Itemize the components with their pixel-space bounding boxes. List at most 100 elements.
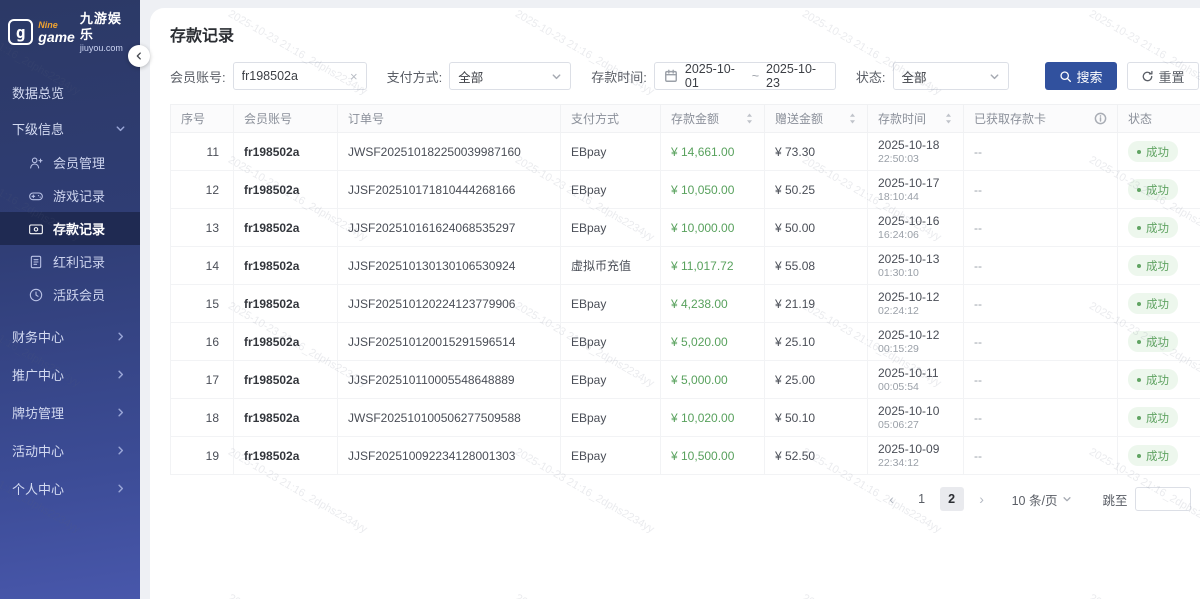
- cell-order-no: JJSF202510120015291596514: [338, 323, 561, 361]
- search-button[interactable]: 搜索: [1045, 62, 1117, 90]
- cell-account: fr198502a: [234, 247, 338, 285]
- cell-account: fr198502a: [234, 209, 338, 247]
- clock-icon: [28, 287, 44, 303]
- sidebar-group[interactable]: 财务中心: [0, 317, 140, 355]
- sidebar-group[interactable]: 牌坊管理: [0, 393, 140, 431]
- cell-order-no: JJSF202510110005548648889: [338, 361, 561, 399]
- reset-button[interactable]: 重置: [1127, 62, 1199, 90]
- table-row[interactable]: 16 fr198502a JJSF202510120015291596514 E…: [171, 323, 1200, 361]
- sort-icon[interactable]: [848, 112, 857, 125]
- account-input[interactable]: [242, 69, 342, 83]
- status-dot-icon: [1137, 264, 1141, 268]
- table-body: 11 fr198502a JWSF202510182250039987160 E…: [171, 133, 1200, 475]
- next-page-button[interactable]: ›: [970, 487, 994, 511]
- sidebar-group[interactable]: 个人中心: [0, 469, 140, 507]
- page-jump-input[interactable]: [1135, 487, 1191, 511]
- cell-deposit-time: 2025-10-18 22:50:03: [868, 133, 964, 171]
- date-end: 2025-10-23: [766, 62, 826, 90]
- sidebar-group[interactable]: 推广中心: [0, 355, 140, 393]
- calendar-icon: [664, 69, 678, 83]
- cell-index: 19: [171, 437, 234, 475]
- pay-method-value: 全部: [458, 67, 483, 86]
- app-logo[interactable]: g Nine game 九游娱乐 jiuyou.com: [0, 0, 140, 62]
- column-header[interactable]: 状态: [1118, 105, 1200, 133]
- chevron-down-icon: [1062, 494, 1072, 504]
- cell-index: 16: [171, 323, 234, 361]
- cell-status: 成功: [1118, 247, 1200, 285]
- sidebar-subitem[interactable]: 游戏记录: [0, 179, 140, 212]
- table-row[interactable]: 15 fr198502a JJSF202510120224123779906 E…: [171, 285, 1200, 323]
- account-label: 会员账号:: [170, 67, 226, 86]
- chevron-down-icon: [115, 123, 126, 134]
- status-dot-icon: [1137, 454, 1141, 458]
- sidebar-subitem-label: 红利记录: [53, 252, 105, 271]
- cell-index: 13: [171, 209, 234, 247]
- cell-deposit-time: 2025-10-16 16:24:06: [868, 209, 964, 247]
- sidebar-item-overview[interactable]: 数据总览: [0, 74, 140, 110]
- table-row[interactable]: 13 fr198502a JJSF202510161624068535297 E…: [171, 209, 1200, 247]
- sidebar-subitem[interactable]: 红利记录: [0, 245, 140, 278]
- cell-status: 成功: [1118, 133, 1200, 171]
- table-row[interactable]: 18 fr198502a JWSF202510100506277509588 E…: [171, 399, 1200, 437]
- status-badge: 成功: [1128, 293, 1178, 314]
- column-header[interactable]: 存款时间: [868, 105, 964, 133]
- chevron-down-icon: [989, 71, 1000, 82]
- chevron-left-icon: [134, 51, 144, 61]
- column-header[interactable]: 序号: [171, 105, 234, 133]
- table-row[interactable]: 19 fr198502a JJSF202510092234128001303 E…: [171, 437, 1200, 475]
- main-content: 存款记录 会员账号: × 支付方式: 全部 存款时间: 2025-10-01 ~: [140, 0, 1200, 599]
- cell-order-no: JWSF202510100506277509588: [338, 399, 561, 437]
- cell-bonus-amount: ¥ 50.00: [765, 209, 868, 247]
- cell-deposit-card: --: [964, 209, 1118, 247]
- clear-icon[interactable]: ×: [350, 70, 358, 83]
- cell-deposit-amount: ¥ 10,000.00: [661, 209, 765, 247]
- page-size-select[interactable]: 10 条/页: [1012, 490, 1073, 509]
- table-row[interactable]: 17 fr198502a JJSF202510110005548648889 E…: [171, 361, 1200, 399]
- deposit-records-table: 序号 会员账号: [170, 104, 1200, 475]
- doc-icon: [28, 254, 44, 270]
- sidebar-subitem-label: 存款记录: [53, 219, 105, 238]
- page-title: 存款记录: [170, 22, 1200, 46]
- sort-icon[interactable]: [745, 112, 754, 125]
- status-value: 全部: [902, 67, 927, 86]
- column-header[interactable]: 订单号: [338, 105, 561, 133]
- sidebar-subitem[interactable]: 会员管理: [0, 146, 140, 179]
- sidebar-group[interactable]: 活动中心: [0, 431, 140, 469]
- column-header[interactable]: 支付方式: [561, 105, 661, 133]
- sidebar-groups: 财务中心 推广中心 牌坊管理: [0, 317, 140, 507]
- table-row[interactable]: 12 fr198502a JJSF202510171810444268166 E…: [171, 171, 1200, 209]
- status-dot-icon: [1137, 150, 1141, 154]
- cell-bonus-amount: ¥ 25.10: [765, 323, 868, 361]
- status-badge: 成功: [1128, 445, 1178, 466]
- table-row[interactable]: 14 fr198502a JJSF202510130130106530924 虚…: [171, 247, 1200, 285]
- pay-method-select[interactable]: 全部: [449, 62, 571, 90]
- sort-icon[interactable]: [944, 112, 953, 125]
- cell-order-no: JJSF202510130130106530924: [338, 247, 561, 285]
- pagination: ‹ 1 2 › 10 条/页 跳至 页: [170, 487, 1200, 511]
- cell-status: 成功: [1118, 171, 1200, 209]
- sidebar-subitem[interactable]: 活跃会员: [0, 278, 140, 311]
- column-header[interactable]: 赠送金额: [765, 105, 868, 133]
- cell-order-no: JJSF202510092234128001303: [338, 437, 561, 475]
- table-row[interactable]: 11 fr198502a JWSF202510182250039987160 E…: [171, 133, 1200, 171]
- sidebar-subitem[interactable]: 存款记录: [0, 212, 140, 245]
- column-header[interactable]: 会员账号: [234, 105, 338, 133]
- cell-status: 成功: [1118, 209, 1200, 247]
- info-icon[interactable]: [1094, 112, 1107, 125]
- status-select[interactable]: 全部: [893, 62, 1009, 90]
- search-icon: [1059, 70, 1072, 83]
- sidebar-group-subordinate[interactable]: 下级信息: [0, 110, 140, 146]
- date-range-picker[interactable]: 2025-10-01 ~ 2025-10-23: [654, 62, 836, 90]
- column-header[interactable]: 存款金额: [661, 105, 765, 133]
- cell-deposit-amount: ¥ 11,017.72: [661, 247, 765, 285]
- page-number-button[interactable]: 1: [910, 487, 934, 511]
- chevron-down-icon: [551, 71, 562, 82]
- status-badge: 成功: [1128, 369, 1178, 390]
- sidebar-collapse-button[interactable]: [128, 45, 150, 67]
- column-header[interactable]: 已获取存款卡: [964, 105, 1118, 133]
- prev-page-button[interactable]: ‹: [880, 487, 904, 511]
- cell-account: fr198502a: [234, 323, 338, 361]
- cell-index: 15: [171, 285, 234, 323]
- status-badge: 成功: [1128, 255, 1178, 276]
- page-number-button[interactable]: 2: [940, 487, 964, 511]
